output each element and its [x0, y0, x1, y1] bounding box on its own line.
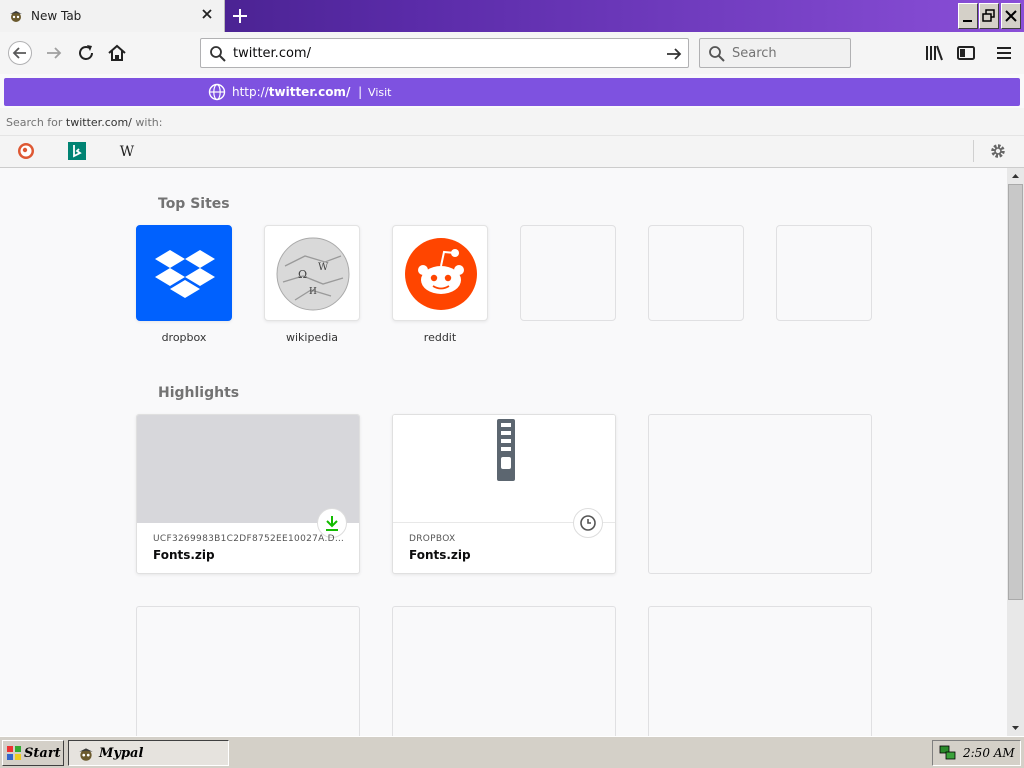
clock: 2:50 AM	[963, 746, 1015, 760]
back-button[interactable]	[8, 41, 32, 65]
search-input[interactable]: Search	[732, 46, 777, 61]
mypal-icon	[10, 11, 22, 22]
minimize-button[interactable]	[958, 3, 978, 29]
wikipedia-icon: Ω W И	[276, 237, 350, 311]
card-title: Fonts.zip	[409, 548, 471, 562]
new-tab-page: Top Sites dropbox Ω W И wikipedia reddit…	[0, 168, 1007, 736]
top-site-tile-wikipedia[interactable]: Ω W И	[264, 225, 360, 321]
highlights-heading: Highlights	[158, 385, 240, 401]
start-button[interactable]: Start	[2, 740, 64, 766]
highlight-card[interactable]: UCF3269983B1C2DF8752EE10027A.DL.DR... Fo…	[136, 414, 360, 574]
restore-icon	[982, 9, 995, 22]
minimize-icon	[963, 20, 972, 22]
network-icon[interactable]	[938, 744, 958, 762]
system-tray: 2:50 AM	[932, 740, 1021, 766]
highlight-placeholder	[136, 606, 360, 736]
top-site-label: dropbox	[161, 331, 207, 344]
visit-label: Visit	[368, 86, 392, 99]
windows-logo-icon	[7, 746, 21, 760]
highlight-placeholder	[392, 606, 616, 736]
card-thumbnail	[137, 415, 359, 523]
plus-icon	[233, 9, 247, 23]
gear-icon[interactable]	[989, 142, 1007, 160]
search-for-term: twitter.com/	[65, 116, 132, 129]
card-thumbnail	[393, 415, 615, 523]
clock-icon	[580, 515, 596, 531]
chevron-up-icon	[1012, 174, 1019, 178]
restore-button[interactable]	[979, 3, 999, 29]
close-icon[interactable]	[200, 7, 214, 21]
go-arrow-icon[interactable]	[665, 45, 683, 63]
visit-row-text: http://twitter.com/ | Visit	[232, 85, 391, 99]
scrollbar-thumb[interactable]	[1008, 184, 1023, 600]
url-input[interactable]: twitter.com/	[233, 46, 311, 61]
top-site-placeholder	[648, 225, 744, 321]
visit-url-host: twitter.com/	[268, 85, 351, 99]
highlight-placeholder	[648, 606, 872, 736]
globe-icon	[208, 83, 226, 101]
top-site-placeholder	[776, 225, 872, 321]
search-icon	[210, 46, 226, 62]
chevron-down-icon	[1012, 726, 1019, 730]
home-button[interactable]	[105, 41, 129, 65]
library-button[interactable]	[922, 41, 946, 65]
menu-button[interactable]	[992, 41, 1016, 65]
wikipedia-icon[interactable]: W	[118, 142, 136, 160]
download-icon	[326, 516, 338, 531]
tab-new-tab[interactable]: New Tab	[0, 0, 225, 32]
duckduckgo-icon[interactable]	[17, 142, 35, 160]
close-icon	[1005, 10, 1017, 22]
visit-url-prefix: http://	[232, 85, 269, 99]
svg-text:W: W	[318, 262, 329, 273]
visit-separator: |	[358, 85, 363, 99]
vertical-scrollbar[interactable]	[1007, 168, 1024, 736]
top-site-label: wikipedia	[285, 331, 338, 344]
taskbar: Start Mypal 2:50 AM	[0, 736, 1024, 768]
new-tab-button[interactable]	[229, 5, 251, 27]
svg-text:W: W	[120, 144, 135, 160]
taskbar-app-label: Mypal	[99, 746, 144, 761]
taskbar-app-mypal[interactable]: Mypal	[68, 740, 229, 766]
svg-text:И: И	[309, 287, 317, 297]
search-bar[interactable]: Search	[699, 38, 851, 68]
zip-file-icon	[497, 419, 515, 481]
top-site-tile-dropbox[interactable]	[136, 225, 232, 321]
top-site-placeholder	[520, 225, 616, 321]
divider	[973, 140, 974, 162]
forward-button[interactable]	[42, 41, 66, 65]
url-bar[interactable]: twitter.com/	[200, 38, 689, 68]
search-icon	[709, 46, 725, 62]
dropbox-icon	[155, 250, 215, 298]
sidebar-button[interactable]	[954, 41, 978, 65]
card-context: UCF3269983B1C2DF8752EE10027A.DL.DR...	[153, 534, 345, 544]
card-context: DROPBOX	[409, 534, 456, 544]
tab-title: New Tab	[31, 9, 82, 23]
search-for-prefix: Search for	[6, 116, 66, 129]
search-engine-row: W	[0, 136, 1024, 168]
top-site-tile-reddit[interactable]	[392, 225, 488, 321]
autocomplete-visit-row[interactable]: http://twitter.com/ | Visit	[4, 78, 1020, 106]
scroll-down-button[interactable]	[1007, 720, 1024, 736]
search-for-row: Search for twitter.com/ with:	[0, 108, 1024, 136]
mypal-icon	[79, 748, 93, 761]
start-label: Start	[24, 746, 61, 761]
reload-button[interactable]	[74, 41, 98, 65]
card-title: Fonts.zip	[153, 548, 215, 562]
search-for-text: Search for twitter.com/ with:	[6, 116, 162, 129]
highlight-placeholder	[648, 414, 872, 574]
scroll-up-button[interactable]	[1007, 168, 1024, 184]
svg-text:Ω: Ω	[298, 268, 307, 281]
highlight-card[interactable]: DROPBOX Fonts.zip	[392, 414, 616, 574]
window-close-button[interactable]	[1001, 3, 1021, 29]
title-bar: New Tab	[0, 0, 1024, 32]
bing-icon[interactable]	[68, 142, 86, 160]
search-for-suffix: with:	[131, 116, 163, 129]
top-site-label: reddit	[423, 331, 457, 344]
reddit-icon	[405, 238, 477, 310]
top-sites-heading: Top Sites	[158, 196, 230, 212]
